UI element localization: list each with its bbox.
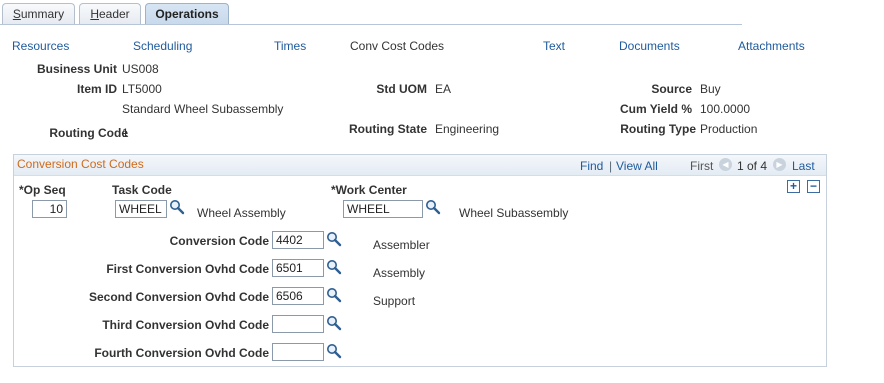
link-attachments[interactable]: Attachments xyxy=(738,39,805,53)
routing-state-value: Engineering xyxy=(435,122,500,136)
second-ovhd-code-description: Support xyxy=(373,294,416,308)
std-uom-value: EA xyxy=(435,82,452,96)
tab-summary[interactable]: Summary xyxy=(2,3,75,24)
find-link-label: Find xyxy=(580,159,604,173)
routing-type-label: Routing Type xyxy=(620,122,696,136)
delete-row-button[interactable]: − xyxy=(807,180,820,193)
cum-yield-label: Cum Yield % xyxy=(619,102,692,116)
link-times[interactable]: Times xyxy=(274,39,306,53)
tab-summary-label: Summary xyxy=(12,7,65,21)
second-ovhd-code-label: Second Conversion Ovhd Code xyxy=(88,290,269,304)
magnifier-icon[interactable] xyxy=(425,199,441,215)
item-description: Standard Wheel Subassembly xyxy=(122,102,284,116)
link-text[interactable]: Text xyxy=(543,39,565,53)
work-center-label: *Work Center xyxy=(331,183,407,197)
source-label: Source xyxy=(651,82,692,96)
std-uom-label: Std UOM xyxy=(376,82,427,96)
task-code-description: Wheel Assembly xyxy=(197,206,286,220)
conversion-code-input[interactable] xyxy=(272,231,324,249)
op-seq-input[interactable] xyxy=(32,200,67,218)
tab-header[interactable]: Header xyxy=(79,3,141,24)
find-link[interactable]: Find xyxy=(580,159,603,173)
magnifier-icon[interactable] xyxy=(169,199,185,215)
cum-yield-value: 100.0000 xyxy=(700,102,751,116)
op-seq-label: *Op Seq xyxy=(19,183,66,197)
conversion-code-description: Assembler xyxy=(373,238,430,252)
group-header: Conversion Cost Codes Find | View All Fi… xyxy=(14,155,826,176)
work-center-description: Wheel Subassembly xyxy=(459,206,569,220)
third-ovhd-code-input[interactable] xyxy=(272,315,324,333)
business-unit-label: Business Unit xyxy=(36,62,117,76)
routing-type-value: Production xyxy=(700,122,758,136)
link-resources[interactable]: Resources xyxy=(12,39,69,53)
item-id-label: Item ID xyxy=(76,82,117,96)
tab-operations[interactable]: Operations xyxy=(145,3,229,25)
second-ovhd-code-input[interactable] xyxy=(272,287,324,305)
plus-icon: + xyxy=(789,179,797,193)
arrow-left-icon: ◀ xyxy=(719,158,732,171)
routing-code-value: 1 xyxy=(122,126,129,140)
source-value: Buy xyxy=(700,82,721,96)
group-title: Conversion Cost Codes xyxy=(17,157,144,171)
routing-code-label: Routing Code xyxy=(49,126,128,140)
magnifier-icon[interactable] xyxy=(326,231,342,247)
tab-header-label: Header xyxy=(90,7,130,21)
first-label: First xyxy=(690,159,714,173)
item-id-value: LT5000 xyxy=(122,82,162,96)
add-row-button[interactable]: + xyxy=(787,180,800,193)
fourth-ovhd-code-input[interactable] xyxy=(272,343,324,361)
magnifier-icon[interactable] xyxy=(326,315,342,331)
task-code-label: Task Code xyxy=(112,183,172,197)
current-page-conv-cost-codes: Conv Cost Codes xyxy=(350,39,445,53)
link-scheduling[interactable]: Scheduling xyxy=(133,39,192,53)
pager-count: 1 of 4 xyxy=(737,159,768,173)
link-documents[interactable]: Documents xyxy=(619,39,680,53)
tab-divider xyxy=(0,24,742,25)
magnifier-icon[interactable] xyxy=(326,287,342,303)
routing-state-label: Routing State xyxy=(349,122,427,136)
nav-separator: | xyxy=(609,159,613,173)
conversion-code-label: Conversion Code xyxy=(169,234,269,248)
first-ovhd-code-input[interactable] xyxy=(272,259,324,277)
magnifier-icon[interactable] xyxy=(326,343,342,359)
first-ovhd-code-label: First Conversion Ovhd Code xyxy=(106,262,269,276)
first-ovhd-code-description: Assembly xyxy=(373,266,426,280)
last-link[interactable]: Last xyxy=(792,159,815,173)
tab-operations-label: Operations xyxy=(155,7,219,21)
minus-icon: − xyxy=(809,179,817,193)
magnifier-icon[interactable] xyxy=(326,259,342,275)
work-center-input[interactable] xyxy=(343,200,423,218)
third-ovhd-code-label: Third Conversion Ovhd Code xyxy=(102,318,269,332)
arrow-right-icon: ▶ xyxy=(773,158,786,171)
task-code-input[interactable] xyxy=(115,200,167,218)
fourth-ovhd-code-label: Fourth Conversion Ovhd Code xyxy=(94,346,269,360)
view-all-link[interactable]: View All xyxy=(616,159,658,173)
business-unit-value: US008 xyxy=(122,62,159,76)
